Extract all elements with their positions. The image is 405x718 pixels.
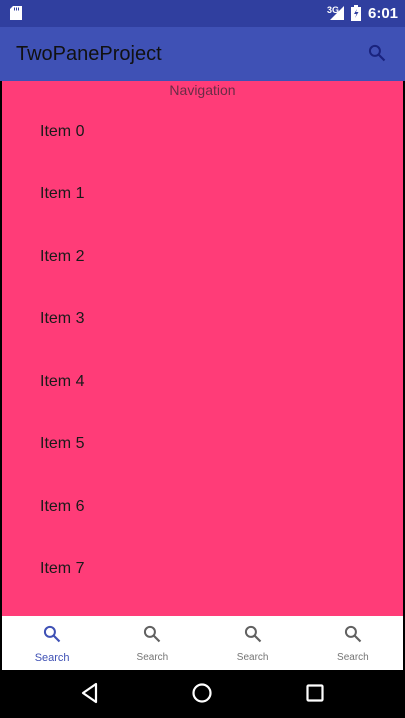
home-icon[interactable] (191, 682, 213, 709)
bottom-nav-label: Search (236, 652, 269, 663)
bottom-nav-label: Search (136, 652, 169, 663)
bottom-nav-label: Search (34, 652, 70, 664)
list-item[interactable]: Item 5 (40, 432, 340, 456)
list-item[interactable]: Item 0 (40, 120, 340, 144)
bottom-nav-item-2[interactable]: Search (102, 616, 202, 670)
list-item[interactable]: Item 1 (40, 182, 340, 206)
search-icon (343, 624, 363, 649)
recents-icon[interactable] (305, 682, 325, 709)
search-icon[interactable] (367, 43, 387, 68)
list-item[interactable]: Item 7 (40, 557, 340, 581)
list-item[interactable]: Item 2 (40, 245, 340, 269)
list-item[interactable]: Item 3 (40, 307, 340, 331)
section-label: Navigation (169, 82, 236, 98)
list-item[interactable]: Item 6 (40, 495, 340, 519)
search-icon (243, 624, 263, 649)
sd-card-icon (10, 6, 22, 25)
search-icon (42, 624, 62, 649)
app-bar: TwoPaneProject (0, 27, 405, 81)
battery-icon (351, 5, 361, 26)
signal-icon (330, 6, 344, 25)
bottom-nav-item-1[interactable]: Search (2, 616, 102, 670)
status-bar: 3G 6:01 (0, 0, 405, 27)
back-icon[interactable] (80, 682, 100, 709)
system-navigation-bar (0, 670, 405, 718)
list-item[interactable]: Item 4 (40, 370, 340, 394)
bottom-nav-item-4[interactable]: Search (303, 616, 403, 670)
bottom-nav-label: Search (337, 652, 369, 663)
navigation-pane: Navigation Item 0 Item 1 Item 2 Item 3 I… (2, 81, 403, 616)
bottom-nav-item-3[interactable]: Search (203, 616, 303, 670)
status-clock: 6:01 (368, 5, 399, 22)
bottom-navigation: Search Search Search Search (2, 616, 403, 670)
app-title: TwoPaneProject (16, 43, 162, 65)
search-icon (142, 624, 162, 649)
